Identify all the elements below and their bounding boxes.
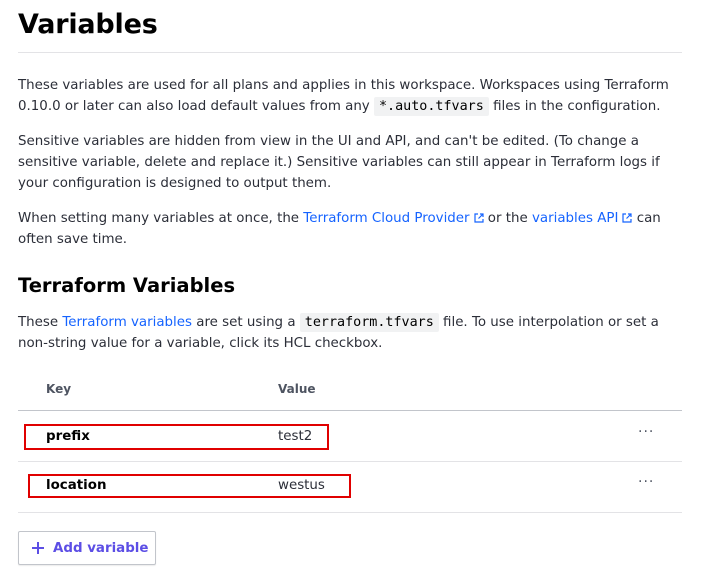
intro-p1-text-end: files in the configuration.	[488, 99, 661, 114]
auto-tfvars-code: *.auto.tfvars	[374, 97, 489, 116]
intro-p3-text-start: When setting many variables at once, the	[18, 211, 304, 226]
table-row-location[interactable]: location westus ···	[18, 462, 682, 513]
variable-value: westus	[278, 478, 325, 493]
table-row-prefix[interactable]: prefix test2 ···	[18, 411, 682, 462]
tf-desc-text-middle: are set using a	[192, 315, 300, 330]
column-header-value: Value	[278, 382, 316, 396]
terraform-variables-description: These Terraform variables are set using …	[18, 312, 682, 354]
add-variable-button[interactable]: Add variable	[18, 531, 156, 565]
page-title: Variables	[18, 9, 158, 40]
variables-api-link-label: variables API	[532, 211, 619, 226]
intro-paragraph-1: These variables are used for all plans a…	[18, 75, 682, 117]
tf-desc-text-start: These	[18, 315, 63, 330]
external-link-icon	[622, 213, 633, 223]
terraform-cloud-provider-link-label: Terraform Cloud Provider	[303, 211, 470, 226]
column-header-key: Key	[46, 382, 72, 396]
variable-key: location	[46, 478, 107, 493]
variables-api-link[interactable]: variables API	[532, 211, 633, 226]
external-link-icon	[473, 213, 484, 223]
intro-p3-text-middle: or the	[483, 211, 532, 226]
plus-icon	[32, 542, 44, 554]
terraform-variables-link[interactable]: Terraform variables	[62, 315, 192, 330]
variable-value: test2	[278, 429, 313, 444]
row-menu-ellipsis-icon[interactable]: ···	[638, 474, 654, 490]
terraform-tfvars-code: terraform.tfvars	[299, 313, 439, 332]
row-menu-ellipsis-icon[interactable]: ···	[638, 424, 654, 440]
variable-key: prefix	[46, 429, 90, 444]
terraform-cloud-provider-link[interactable]: Terraform Cloud Provider	[303, 211, 484, 226]
intro-paragraph-2: Sensitive variables are hidden from view…	[18, 134, 660, 191]
title-divider	[18, 52, 682, 53]
terraform-variables-heading: Terraform Variables	[18, 274, 236, 297]
add-variable-label: Add variable	[53, 540, 149, 556]
intro-paragraph-3: When setting many variables at once, the…	[18, 208, 682, 250]
